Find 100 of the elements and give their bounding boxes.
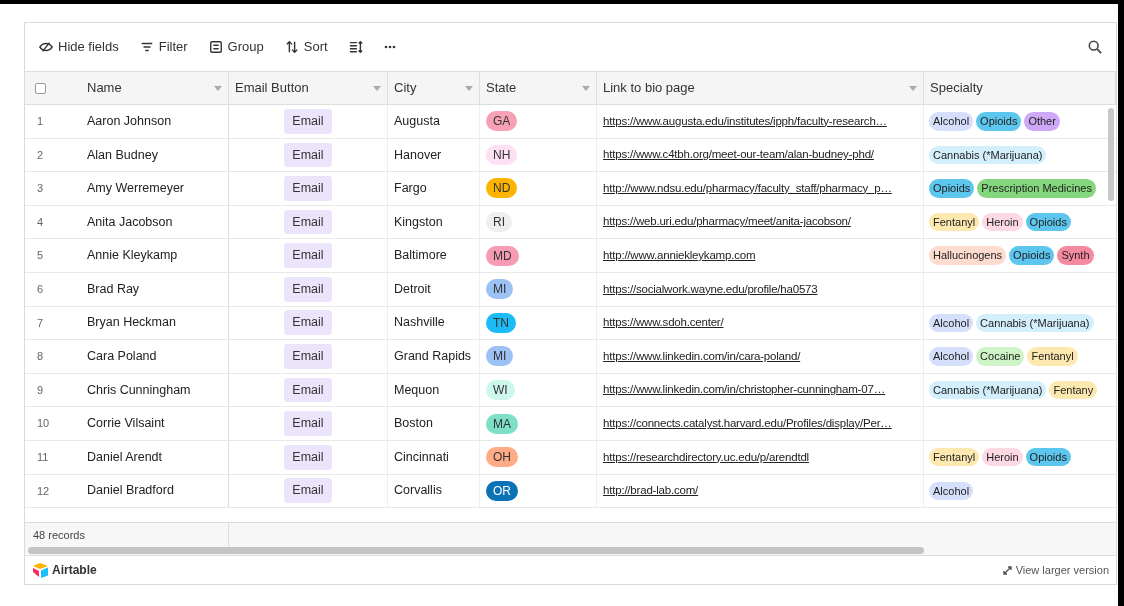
email-button[interactable]: Email (284, 344, 332, 369)
row-number: 10 (37, 416, 50, 432)
row-number: 3 (37, 181, 44, 197)
city-text: Corvallis (394, 482, 442, 500)
column-header[interactable]: State (480, 72, 597, 104)
email-button[interactable]: Email (284, 108, 332, 134)
column-header[interactable]: Specialty (924, 72, 1116, 104)
specialty-tag: Alcohol (929, 347, 974, 366)
column-header[interactable]: Email Button (229, 72, 388, 104)
email-button[interactable]: Email (284, 209, 332, 235)
brand-name: Airtable (52, 562, 97, 579)
specialty-tag: Heroin (982, 448, 1023, 467)
more-icon (383, 45, 396, 49)
caret-icon (373, 85, 381, 91)
city-text: Nashville (394, 314, 445, 332)
specialty-tag: Fentanyl (929, 212, 980, 232)
toolbar-button[interactable]: Group (208, 37, 264, 57)
row-number: 12 (37, 483, 50, 499)
specialty-tag: Opioids (929, 179, 975, 198)
city-text: Augusta (394, 112, 440, 130)
bio-link[interactable]: https://www.augusta.edu/institutes/ipph/faculty-research… (603, 112, 887, 130)
horizontal-scrollbar[interactable] (28, 547, 924, 554)
filter-icon (139, 40, 154, 54)
state-tag: MD (486, 245, 519, 266)
bio-link[interactable]: http://www.anniekleykamp.com (603, 247, 756, 265)
logo-icon (32, 562, 49, 578)
bio-link[interactable]: https://www.linkedin.com/in/christopher-cunningham-07… (603, 381, 885, 399)
eye-slash-icon (39, 40, 53, 54)
caret-icon (465, 85, 473, 91)
city-text: Kingston (394, 213, 443, 231)
bio-link[interactable]: https://www.sdoh.center/ (603, 314, 724, 332)
name-text: Annie Kleykamp (87, 247, 178, 265)
name-text: Bryan Heckman (87, 314, 176, 332)
email-button[interactable]: Email (284, 377, 332, 403)
more-button[interactable] (383, 45, 396, 49)
city-text: Fargo (394, 180, 427, 198)
specialty-tag: Fentany (1049, 380, 1098, 400)
specialty-tag: Cocaine (976, 347, 1025, 366)
email-button[interactable]: Email (284, 176, 332, 201)
bio-link[interactable]: https://www.linkedin.com/in/cara-poland/ (603, 347, 801, 366)
expand-icon (1002, 565, 1012, 575)
state-tag: OH (486, 447, 518, 468)
email-button[interactable]: Email (284, 142, 332, 168)
name-text: Brad Ray (87, 280, 140, 298)
city-text: Hanover (394, 146, 442, 164)
email-button[interactable]: Email (284, 478, 332, 504)
bio-link[interactable]: https://connects.catalyst.harvard.edu/Profiles/display/Per… (603, 415, 892, 433)
email-button[interactable]: Email (284, 411, 332, 436)
name-text: Chris Cunningham (87, 381, 191, 399)
city-text: Baltimore (394, 247, 447, 265)
caret-icon (214, 85, 222, 91)
specialty-tag: Hallucinogens (929, 246, 1007, 265)
bio-link[interactable]: http://brad-lab.com/ (603, 482, 699, 500)
column-header[interactable]: Link to bio page (597, 72, 924, 104)
city-text: Mequon (394, 381, 440, 399)
specialty-tag: Fentanyl (929, 448, 980, 467)
bio-link[interactable]: https://socialwork.wayne.edu/profile/ha0573 (603, 280, 818, 298)
row-number: 7 (37, 315, 44, 331)
toolbar-button[interactable]: Filter (139, 37, 188, 57)
view-larger-link[interactable]: View larger version (1002, 561, 1109, 579)
city-text: Detroit (394, 280, 431, 298)
bio-link[interactable]: https://web.uri.edu/pharmacy/meet/anita-jacobson/ (603, 213, 851, 231)
specialty-tag: Cannabis (*Marijuana) (929, 145, 1047, 165)
specialty-tag: Fentanyl (1027, 347, 1078, 366)
toolbar-button[interactable]: Hide fields (39, 37, 119, 57)
state-tag: OR (486, 480, 518, 501)
row-height-button[interactable] (348, 40, 363, 54)
search-icon[interactable] (1088, 40, 1102, 54)
column-header[interactable]: City (388, 72, 480, 104)
specialty-tag: Heroin (982, 212, 1023, 232)
vertical-scrollbar[interactable] (1108, 108, 1114, 201)
specialty-tag: Alcohol (929, 112, 974, 131)
email-button[interactable]: Email (284, 444, 332, 470)
email-button[interactable]: Email (284, 276, 332, 302)
state-tag: RI (486, 212, 512, 233)
specialty-tag: Opioids (976, 112, 1022, 131)
column-header[interactable]: Name (81, 72, 229, 104)
state-tag: ND (486, 178, 518, 199)
row-height-icon (348, 40, 363, 54)
row-number: 1 (37, 114, 44, 130)
row-number: 8 (37, 349, 44, 365)
specialty-tag: Opioids (1025, 448, 1071, 467)
email-button[interactable]: Email (284, 310, 332, 336)
name-text: Daniel Arendt (87, 448, 163, 466)
specialty-tag: Opioids (1025, 212, 1071, 232)
specialty-tag: Other (1024, 112, 1060, 131)
name-text: Cara Poland (87, 348, 157, 366)
bio-link[interactable]: https://www.c4tbh.org/meet-our-team/alan-budney-phd/ (603, 146, 874, 164)
caret-icon (582, 85, 590, 91)
select-all-checkbox[interactable] (35, 82, 46, 94)
state-tag: WI (486, 380, 515, 401)
bio-link[interactable]: http://www.ndsu.edu/pharmacy/faculty_staff/pharmacy_p… (603, 179, 892, 198)
specialty-tag: Alcohol (929, 481, 974, 501)
specialty-tag: Cannabis (*Marijuana) (976, 313, 1094, 333)
toolbar-button[interactable]: Sort (284, 37, 328, 57)
caret-icon (909, 85, 917, 91)
bio-link[interactable]: https://researchdirectory.uc.edu/p/arendtdl (603, 448, 809, 466)
group-icon (208, 40, 223, 54)
email-button[interactable]: Email (284, 243, 332, 269)
name-text: Anita Jacobson (87, 213, 173, 231)
